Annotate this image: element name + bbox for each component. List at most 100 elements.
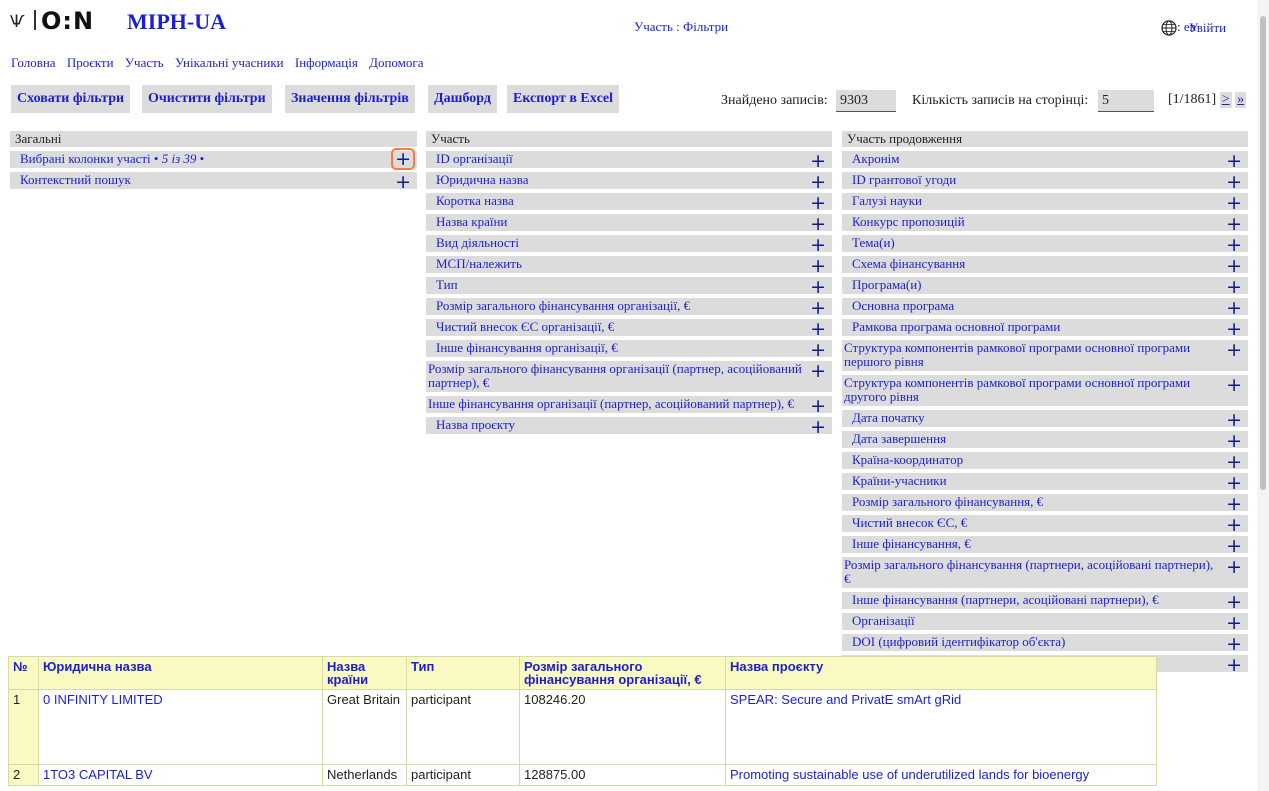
scrollbar-thumb[interactable] (1260, 16, 1266, 490)
add-icon[interactable]: + (1226, 655, 1242, 675)
add-icon[interactable]: + (1226, 515, 1242, 535)
continuation-filter-item[interactable]: Організації + (842, 613, 1248, 633)
continuation-filter-item[interactable]: Структура компонентів рамкової програми … (842, 375, 1248, 406)
continuation-filter-item[interactable]: Програма(и) + (842, 277, 1248, 297)
participation-filter-item[interactable]: Вид діяльності + (426, 235, 832, 255)
col-header-funding[interactable]: Розмір загального фінансування організац… (519, 656, 726, 690)
add-icon[interactable]: + (1226, 634, 1242, 654)
participation-filter-item[interactable]: Назва країни + (426, 214, 832, 234)
legal-name-link[interactable]: 1TO3 CAPITAL BV (43, 767, 153, 782)
add-icon[interactable]: + (1226, 151, 1242, 171)
add-icon[interactable]: + (1226, 557, 1242, 577)
add-icon[interactable]: + (391, 148, 415, 170)
last-page-button[interactable]: » (1235, 92, 1247, 108)
context-search-filter[interactable]: Контекстний пошук + (10, 172, 417, 192)
add-icon[interactable]: + (395, 172, 411, 192)
add-icon[interactable]: + (1226, 613, 1242, 633)
continuation-filter-item[interactable]: Розмір загального фінансування (партнери… (842, 557, 1248, 588)
project-name-link[interactable]: SPEAR: Secure and PrivatE smArt gRid (730, 692, 961, 707)
nav-projects[interactable]: Проєкти (67, 55, 114, 70)
continuation-filter-item[interactable]: Рамкова програма основної програми + (842, 319, 1248, 339)
add-icon[interactable]: + (810, 277, 826, 297)
participation-filter-item[interactable]: Назва проєкту + (426, 417, 832, 437)
add-icon[interactable]: + (810, 319, 826, 339)
add-icon[interactable]: + (1226, 473, 1242, 493)
nav-participation[interactable]: Участь (125, 55, 164, 70)
per-page-input[interactable]: 5 (1098, 90, 1154, 112)
add-icon[interactable]: + (810, 298, 826, 318)
dashboard-button[interactable]: Дашборд (428, 85, 497, 113)
add-icon[interactable]: + (810, 340, 826, 360)
clear-filters-button[interactable]: Очистити фільтри (142, 85, 272, 113)
add-icon[interactable]: + (1226, 319, 1242, 339)
participation-filter-item[interactable]: Юридична назва + (426, 172, 832, 192)
nav-help[interactable]: Допомога (369, 55, 423, 70)
selected-columns-filter[interactable]: Вибрані колонки участі • 5 із 39 • + (10, 148, 417, 170)
globe-icon[interactable] (1161, 20, 1177, 36)
add-icon[interactable]: + (810, 193, 826, 213)
continuation-filter-item[interactable]: Тема(и) + (842, 235, 1248, 255)
col-header-legal-name[interactable]: Юридична назва (38, 656, 323, 690)
add-icon[interactable]: + (810, 235, 826, 255)
hide-filters-button[interactable]: Сховати фільтри (11, 85, 131, 113)
nav-information[interactable]: Інформація (295, 55, 358, 70)
continuation-filter-item[interactable]: Країна-координатор + (842, 452, 1248, 472)
continuation-filter-item[interactable]: Акронім + (842, 151, 1248, 171)
continuation-filter-item[interactable]: Дата завершення + (842, 431, 1248, 451)
continuation-filter-item[interactable]: Конкурс пропозицій + (842, 214, 1248, 234)
col-header-number[interactable]: № (8, 656, 39, 690)
participation-filter-item[interactable]: Розмір загального фінансування організац… (426, 361, 832, 392)
add-icon[interactable]: + (1226, 298, 1242, 318)
filter-values-button[interactable]: Значення фільтрів (285, 85, 415, 113)
page-scrollbar[interactable] (1257, 0, 1269, 791)
add-icon[interactable]: + (1226, 375, 1242, 395)
continuation-filter-item[interactable]: Структура компонентів рамкової програми … (842, 340, 1248, 371)
continuation-filter-item[interactable]: Розмір загального фінансування, € + (842, 494, 1248, 514)
col-header-type[interactable]: Тип (406, 656, 520, 690)
legal-name-link[interactable]: 0 INFINITY LIMITED (43, 692, 163, 707)
export-excel-button[interactable]: Експорт в Excel (507, 85, 620, 113)
nav-home[interactable]: Головна (11, 55, 56, 70)
add-icon[interactable]: + (1226, 592, 1242, 612)
participation-filter-item[interactable]: Чистий внесок ЄС організації, € + (426, 319, 832, 339)
add-icon[interactable]: + (810, 214, 826, 234)
participation-filter-item[interactable]: ID організації + (426, 151, 832, 171)
continuation-filter-item[interactable]: Країни-учасники + (842, 473, 1248, 493)
continuation-filter-item[interactable]: Схема фінансування + (842, 256, 1248, 276)
continuation-filter-item[interactable]: Основна програма + (842, 298, 1248, 318)
site-title[interactable]: MIPH-UA (127, 9, 226, 35)
continuation-filter-item[interactable]: Інше фінансування (партнери, асоційовані… (842, 592, 1248, 612)
continuation-filter-item[interactable]: Дата початку + (842, 410, 1248, 430)
add-icon[interactable]: + (1226, 452, 1242, 472)
nav-unique-participants[interactable]: Унікальні учасники (175, 55, 284, 70)
participation-filter-item[interactable]: Коротка назва + (426, 193, 832, 213)
continuation-filter-item[interactable]: DOI (цифровий ідентифікатор об'єкта) + (842, 634, 1248, 654)
add-icon[interactable]: + (810, 151, 826, 171)
continuation-filter-item[interactable]: Галузі науки + (842, 193, 1248, 213)
participation-filter-item[interactable]: МСП/належить + (426, 256, 832, 276)
add-icon[interactable]: + (1226, 494, 1242, 514)
add-icon[interactable]: + (1226, 431, 1242, 451)
add-icon[interactable]: + (1226, 172, 1242, 192)
participation-filter-item[interactable]: Тип + (426, 277, 832, 297)
add-icon[interactable]: + (1226, 340, 1242, 360)
add-icon[interactable]: + (1226, 536, 1242, 556)
add-icon[interactable]: + (1226, 214, 1242, 234)
continuation-filter-item[interactable]: Чистий внесок ЄС, € + (842, 515, 1248, 535)
continuation-filter-item[interactable]: ID грантової угоди + (842, 172, 1248, 192)
add-icon[interactable]: + (1226, 193, 1242, 213)
add-icon[interactable]: + (1226, 410, 1242, 430)
add-icon[interactable]: + (810, 396, 826, 416)
project-name-link[interactable]: Promoting sustainable use of underutiliz… (730, 767, 1089, 782)
participation-filter-item[interactable]: Розмір загального фінансування організац… (426, 298, 832, 318)
participation-filter-item[interactable]: Інше фінансування організації (партнер, … (426, 396, 832, 416)
add-icon[interactable]: + (810, 417, 826, 437)
col-header-project-name[interactable]: Назва проєкту (725, 656, 1157, 690)
add-icon[interactable]: + (1226, 235, 1242, 255)
add-icon[interactable]: + (810, 361, 826, 381)
participation-filter-item[interactable]: Інше фінансування організації, € + (426, 340, 832, 360)
add-icon[interactable]: + (1226, 277, 1242, 297)
col-header-country[interactable]: Назва країни (322, 656, 407, 690)
add-icon[interactable]: + (810, 256, 826, 276)
oin-logo[interactable]: O:N (41, 7, 94, 35)
